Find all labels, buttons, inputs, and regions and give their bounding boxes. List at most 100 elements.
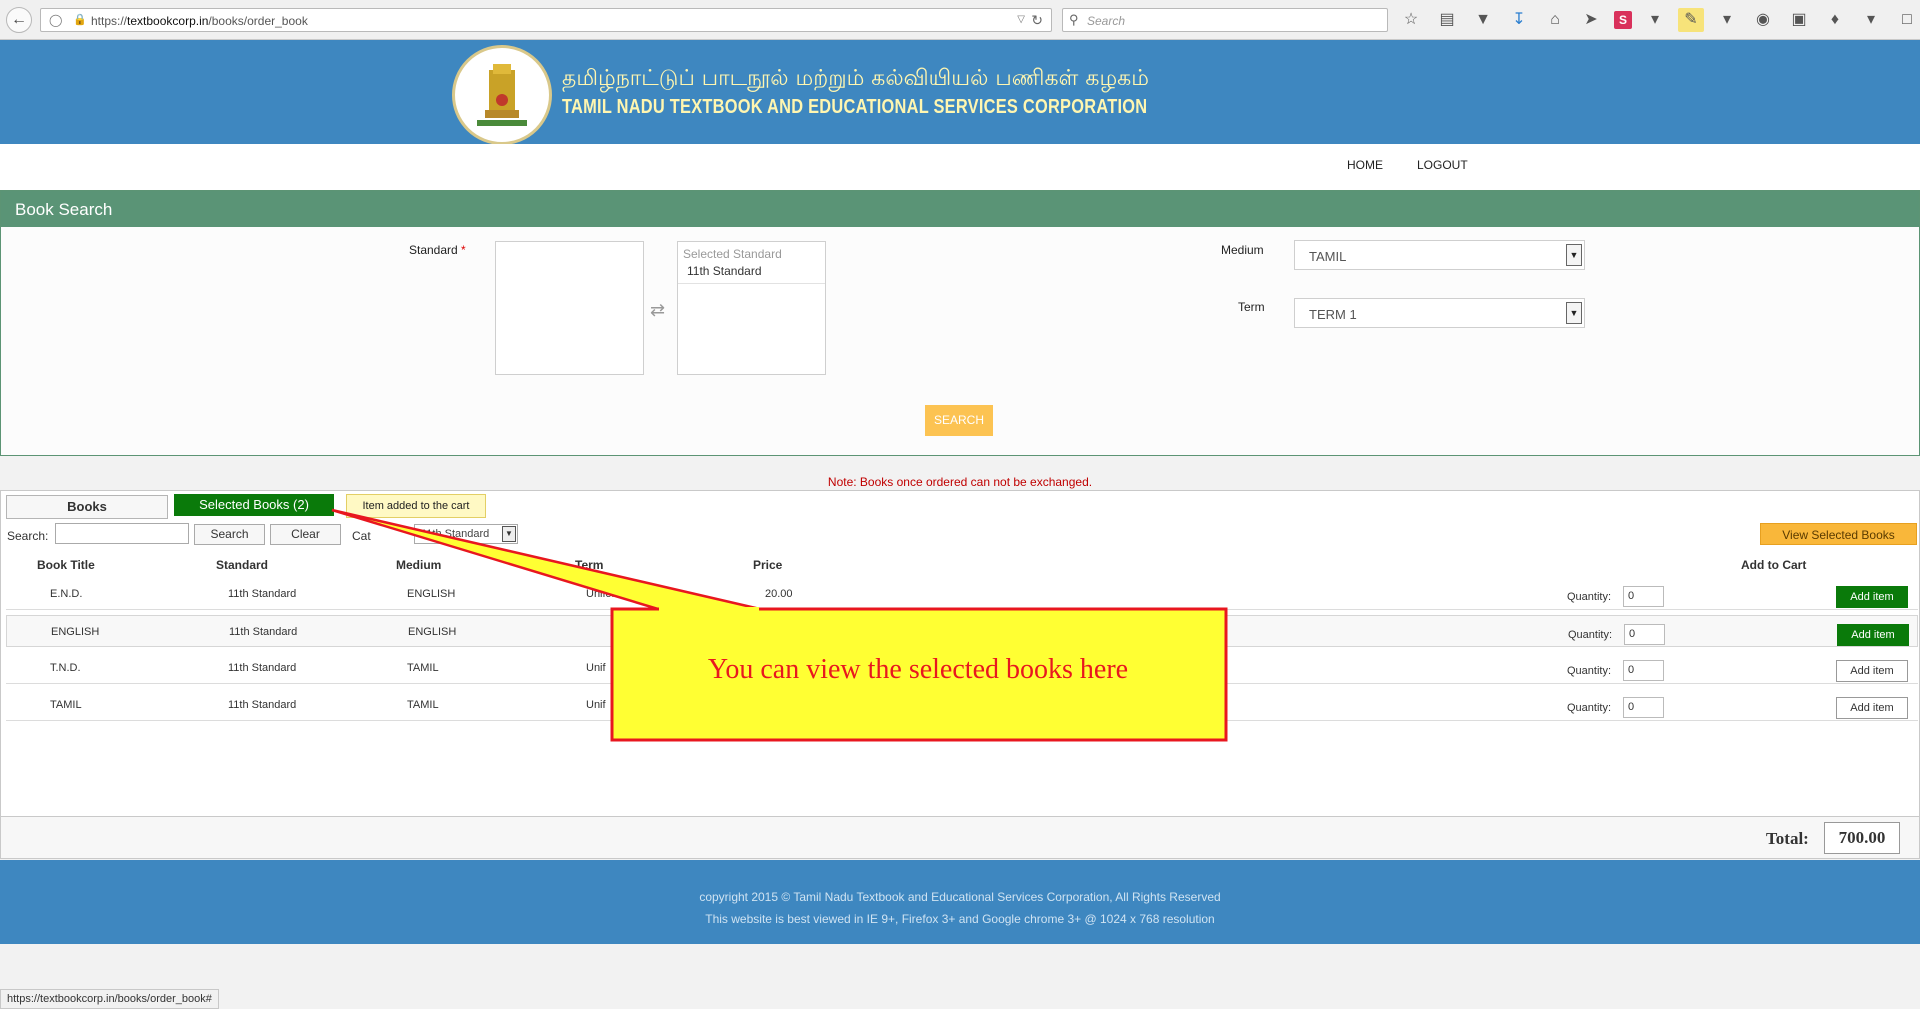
header-title-english: TAMIL NADU TEXTBOOK AND EDUCATIONAL SERV… <box>562 96 1148 118</box>
standard-label: Standard * <box>409 243 466 257</box>
table-row: ENGLISH 11th Standard ENGLISH Quantity: 0 Add… <box>6 615 1918 647</box>
cell-medium: TAMIL <box>407 699 439 711</box>
table-search-button[interactable]: Search <box>194 524 265 545</box>
col-header-add-to-cart: Add to Cart <box>1741 558 1807 572</box>
col-header-price: Price <box>753 558 783 572</box>
col-header-standard: Standard <box>216 558 269 572</box>
cell-book-title: TAMIL <box>50 699 82 711</box>
cell-term: Unif <box>586 699 606 711</box>
book-search-header: Book Search <box>1 191 1919 227</box>
cell-medium: ENGLISH <box>408 626 457 638</box>
chat-icon[interactable]: ◉ <box>1750 8 1776 32</box>
pen-tool-icon[interactable]: ✎ <box>1678 8 1704 32</box>
quantity-label: Quantity: <box>1567 702 1612 714</box>
cell-standard: 11th Standard <box>228 662 297 674</box>
search-icon: ⚲ <box>1069 12 1079 27</box>
cell-medium: ENGLISH <box>407 588 456 600</box>
add-item-button[interactable]: Add item <box>1836 660 1908 682</box>
cell-book-title: E.N.D. <box>50 588 83 600</box>
notes-icon[interactable]: ▣ <box>1786 8 1812 32</box>
more-dropdown-icon[interactable]: ▾ <box>1858 8 1884 32</box>
exchange-note: Note: Books once ordered can not be exch… <box>827 475 1093 489</box>
lock-icon: 🔒 <box>73 14 87 26</box>
table-row: E.N.D. 11th Standard ENGLISH Uniform 20.00 Qu… <box>6 578 1918 610</box>
address-bar[interactable]: ◯ 🔒 https://textbookcorp.in/books/order_… <box>40 8 1052 32</box>
cell-term: Unif <box>586 662 606 674</box>
quantity-label: Quantity: <box>1567 591 1612 603</box>
table-clear-button[interactable]: Clear <box>270 524 341 545</box>
tab-books[interactable]: Books <box>6 495 168 519</box>
add-item-button[interactable]: Add item <box>1836 697 1908 719</box>
browser-toolbar-icons: ☆ ▤ ▼ ↧ ⌂ ➤ S ▾ ✎ ▾ ◉ ▣ ♦ ▾ □ ☰ <box>1398 8 1920 32</box>
term-label: Term <box>1238 300 1265 314</box>
term-select[interactable]: TERM 1 ▼ <box>1294 298 1585 328</box>
cell-standard: 11th Standard <box>229 626 298 638</box>
col-header-book-title: Book Title <box>37 558 95 572</box>
swap-arrows-icon[interactable]: ⇄ <box>650 300 665 321</box>
browser-search-placeholder: Search <box>1087 14 1126 28</box>
pocket-icon[interactable]: ▼ <box>1470 8 1496 32</box>
footer-browser-note: This website is best viewed in IE 9+, Fi… <box>705 912 1215 926</box>
cell-standard: 11th Standard <box>228 699 297 711</box>
total-value: 700.00 <box>1824 822 1900 854</box>
medium-label: Medium <box>1221 243 1264 257</box>
reload-icon[interactable]: ↻ <box>1031 12 1043 29</box>
callout-text: You can view the selected books here <box>707 654 1129 685</box>
menu-home-link[interactable]: HOME <box>1347 158 1383 172</box>
browser-toolbar: ← ◯ 🔒 https://textbookcorp.in/books/orde… <box>0 0 1920 40</box>
view-selected-books-button[interactable]: View Selected Books <box>1760 523 1917 545</box>
back-arrow-icon[interactable]: ← <box>6 7 32 33</box>
quantity-input[interactable]: 0 <box>1624 624 1665 645</box>
chevron-down-icon: ▼ <box>1566 244 1582 266</box>
book-search-title: Book Search <box>15 200 113 219</box>
home-icon[interactable]: ⌂ <box>1542 8 1568 32</box>
browser-status-bar: https://textbookcorp.in/books/order_book… <box>0 989 219 1009</box>
cell-book-title: ENGLISH <box>51 626 100 638</box>
term-select-value: TERM 1 <box>1309 307 1357 322</box>
tool-dropdown-icon[interactable]: ▾ <box>1714 8 1740 32</box>
add-item-button[interactable]: Add item <box>1837 624 1909 646</box>
category-filter-value: 11th Standard <box>421 528 490 540</box>
category-filter-label: Cat <box>352 529 371 543</box>
extension-dropdown-icon[interactable]: ▾ <box>1642 8 1668 32</box>
extension-s-icon[interactable]: S <box>1614 11 1632 29</box>
total-label: Total: <box>1766 829 1809 848</box>
selected-standard-header: Selected Standard <box>683 247 782 261</box>
extension-icon[interactable]: ♦ <box>1822 8 1848 32</box>
col-header-term: Term <box>575 558 604 572</box>
table-search-input[interactable] <box>55 523 189 544</box>
total-bar: Total: 700.00 <box>0 816 1920 859</box>
download-icon[interactable]: ↧ <box>1506 8 1532 32</box>
medium-select[interactable]: TAMIL ▼ <box>1294 240 1585 270</box>
cart-tooltip: Item added to the cart <box>346 494 486 518</box>
search-button[interactable]: SEARCH <box>925 405 993 436</box>
menu-logout-link[interactable]: LOGOUT <box>1417 158 1468 172</box>
site-footer: copyright 2015 © Tamil Nadu Textbook and… <box>0 860 1920 944</box>
standard-selected-list[interactable]: Selected Standard 11th Standard <box>677 241 826 375</box>
tab-selected-books[interactable]: Selected Books (2) <box>174 494 334 516</box>
cell-book-title: T.N.D. <box>50 662 81 674</box>
bookmark-star-icon[interactable]: ☆ <box>1398 8 1424 32</box>
browser-search-box[interactable]: ⚲ Search <box>1062 8 1388 32</box>
selected-standard-item[interactable]: 11th Standard <box>678 261 825 284</box>
add-item-button[interactable]: Add item <box>1836 586 1908 608</box>
header-title-tamil: தமிழ்நாட்டுப் பாடநூல் மற்றும் கல்வியியல்… <box>562 66 1149 91</box>
cell-price: 20.00 <box>765 588 793 600</box>
quantity-input[interactable]: 0 <box>1623 586 1664 607</box>
dropdown-arrow-icon[interactable]: ▽ <box>1017 14 1025 25</box>
address-url: https://textbookcorp.in/books/order_book <box>91 14 308 28</box>
extension-k-icon[interactable]: □ <box>1894 8 1920 32</box>
quantity-input[interactable]: 0 <box>1623 660 1664 681</box>
standard-available-list[interactable] <box>495 241 644 375</box>
chevron-down-icon: ▼ <box>502 526 516 542</box>
chevron-down-icon: ▼ <box>1566 302 1582 324</box>
table-search-label: Search: <box>7 529 49 543</box>
reading-list-icon[interactable]: ▤ <box>1434 8 1460 32</box>
send-icon[interactable]: ➤ <box>1578 8 1604 32</box>
category-filter-select[interactable]: 11th Standard ▼ <box>414 524 518 544</box>
state-emblem-logo <box>452 45 552 145</box>
site-header: தமிழ்நாட்டுப் பாடநூல் மற்றும் கல்வியியல்… <box>0 40 1920 145</box>
cell-medium: TAMIL <box>407 662 439 674</box>
quantity-input[interactable]: 0 <box>1623 697 1664 718</box>
footer-copyright: copyright 2015 © Tamil Nadu Textbook and… <box>699 890 1221 904</box>
